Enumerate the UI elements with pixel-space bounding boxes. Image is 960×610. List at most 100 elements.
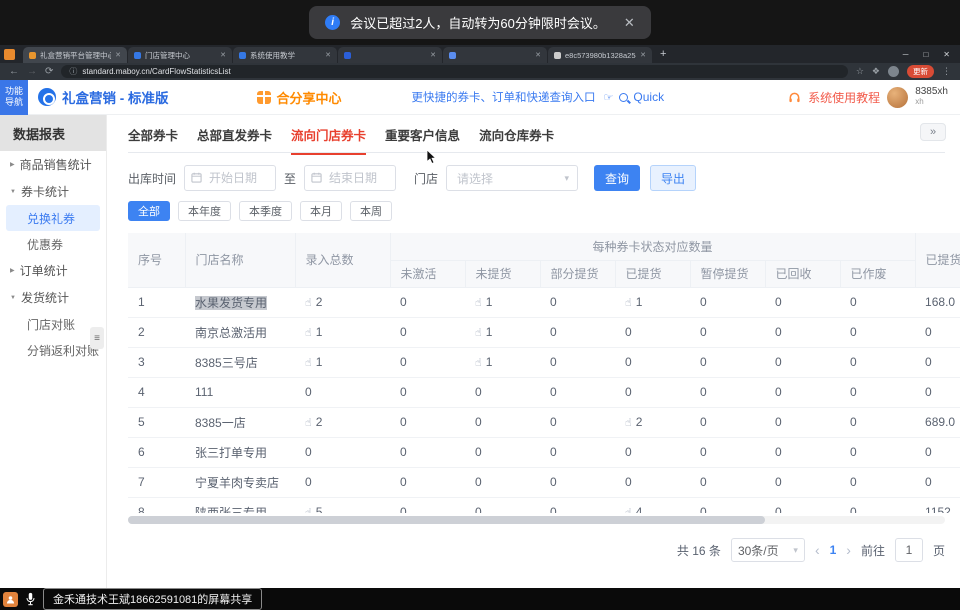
maximize-button[interactable]: □ xyxy=(923,50,928,59)
quick-range-button[interactable]: 本季度 xyxy=(239,201,292,221)
browser-tab[interactable]: e8c573980b1328a258fd2e6f✕ xyxy=(548,47,652,63)
quick-range-button[interactable]: 本年度 xyxy=(178,201,231,221)
close-icon[interactable]: ✕ xyxy=(624,15,635,31)
cell-count: 0 xyxy=(765,467,840,497)
cell-count[interactable]: ☝1 xyxy=(465,287,540,317)
quick-search-link[interactable]: Quick xyxy=(633,90,664,104)
tab-item[interactable]: 全部券卡 xyxy=(128,125,178,153)
end-date-input[interactable] xyxy=(304,165,396,191)
meeting-banner: i 会议已超过2人，自动转为60分钟限时会议。 ✕ xyxy=(0,0,960,45)
table-row[interactable]: 4111000000000 xyxy=(128,377,960,407)
browser-tab[interactable]: ✕ xyxy=(443,47,547,63)
tab-item[interactable]: 重要客户信息 xyxy=(385,125,460,153)
sidebar-item[interactable]: 兑换礼券 xyxy=(6,205,100,231)
user-avatar[interactable] xyxy=(887,87,908,108)
browser-tab[interactable]: 门店管理中心 ✕ xyxy=(128,47,232,63)
sidebar-group-item[interactable]: ▶商品销售统计 xyxy=(0,151,106,178)
cell-index: 8 xyxy=(128,497,185,513)
pointer-hand-icon: ☝ xyxy=(475,357,482,369)
table-row[interactable]: 58385一店☝2000☝2000689.0 xyxy=(128,407,960,437)
cell-store-name: 陕西张三专用 xyxy=(185,497,295,513)
browser-tab[interactable]: 礼盒营销平台管理中心 ✕ xyxy=(23,47,127,63)
cell-count: 0 xyxy=(765,287,840,317)
cell-count: 0 xyxy=(690,497,765,513)
browser-profile-avatar[interactable] xyxy=(888,66,899,77)
cell-count[interactable]: ☝2 xyxy=(295,407,390,437)
table-row[interactable]: 38385三号店☝10☝1000000 xyxy=(128,347,960,377)
table-row[interactable]: 7宁夏羊肉专卖店000000000 xyxy=(128,467,960,497)
tab-close-icon[interactable]: ✕ xyxy=(535,51,541,59)
quick-range-button[interactable]: 本周 xyxy=(350,201,392,221)
sidebar-group-item[interactable]: ▶订单统计 xyxy=(0,257,106,284)
cell-count[interactable]: ☝1 xyxy=(465,347,540,377)
prev-page-icon[interactable]: ‹ xyxy=(815,542,820,558)
table-row[interactable]: 8陕西张三专用☝5000☝40001152 xyxy=(128,497,960,513)
tab-item[interactable]: 流向门店券卡 xyxy=(291,125,366,155)
quick-range-button[interactable]: 全部 xyxy=(128,201,170,221)
cell-count[interactable]: ☝1 xyxy=(295,317,390,347)
table-row[interactable]: 1水果发货专用☝20☝10☝1000168.0 xyxy=(128,287,960,317)
cell-index: 5 xyxy=(128,407,185,437)
cell-count: 0 xyxy=(295,437,390,467)
back-icon[interactable]: ← xyxy=(9,67,19,77)
store-select-placeholder: 请选择 xyxy=(457,170,493,187)
tab-close-icon[interactable]: ✕ xyxy=(115,51,121,59)
main-content: » 全部券卡总部直发券卡流向门店券卡重要客户信息流向仓库券卡 出库时间 至 门店 xyxy=(107,115,960,588)
minimize-button[interactable]: ─ xyxy=(903,50,909,59)
tab-item[interactable]: 总部直发券卡 xyxy=(197,125,272,153)
cell-count[interactable]: ☝5 xyxy=(295,497,390,513)
pointer-hand-icon: ☝ xyxy=(475,327,482,339)
next-page-icon[interactable]: › xyxy=(846,542,851,558)
cell-count[interactable]: ☝1 xyxy=(465,317,540,347)
cell-count: 0 xyxy=(690,287,765,317)
tab-close-icon[interactable]: ✕ xyxy=(640,51,646,59)
tab-close-icon[interactable]: ✕ xyxy=(325,51,331,59)
browser-tab[interactable]: ✕ xyxy=(338,47,442,63)
start-date-input[interactable] xyxy=(184,165,276,191)
cell-count[interactable]: ☝2 xyxy=(615,407,690,437)
table-row[interactable]: 6张三打单专用000000000 xyxy=(128,437,960,467)
site-info-icon[interactable]: ⓘ xyxy=(69,66,77,77)
table-row[interactable]: 2南京总激活用☝10☝1000000 xyxy=(128,317,960,347)
search-icon[interactable] xyxy=(619,93,628,102)
forward-icon[interactable]: → xyxy=(27,67,37,77)
sidebar-group-item[interactable]: ▼券卡统计 xyxy=(0,178,106,205)
store-select[interactable]: 请选择 ▾ xyxy=(446,165,578,191)
export-button[interactable]: 导出 xyxy=(650,165,696,191)
browser-tab[interactable]: 系统使用教学✕ xyxy=(233,47,337,63)
microphone-icon[interactable] xyxy=(25,592,36,606)
quick-range-button[interactable]: 本月 xyxy=(300,201,342,221)
expand-panel-button[interactable]: » xyxy=(920,123,946,141)
cell-count: 0 xyxy=(615,347,690,377)
new-tab-button[interactable]: + xyxy=(660,48,666,60)
browser-menu-icon[interactable]: ⋮ xyxy=(942,66,951,77)
reload-icon[interactable]: ⟳ xyxy=(45,67,53,77)
cell-count[interactable]: ☝1 xyxy=(615,287,690,317)
sidebar-item[interactable]: 优惠券 xyxy=(0,231,106,257)
tab-label: 门店管理中心 xyxy=(145,50,216,61)
tab-label: 礼盒营销平台管理中心 xyxy=(40,50,111,61)
horizontal-scrollbar[interactable] xyxy=(128,516,945,524)
sidebar-item-label: 分销返利对账 xyxy=(27,342,99,359)
share-center-link[interactable]: 合分享中心 xyxy=(277,88,342,107)
cell-count[interactable]: ☝4 xyxy=(615,497,690,513)
tab-close-icon[interactable]: ✕ xyxy=(220,51,226,59)
tab-item[interactable]: 流向仓库券卡 xyxy=(479,125,554,153)
browser-update-button[interactable]: 更新 xyxy=(907,65,934,78)
bookmark-star-icon[interactable]: ☆ xyxy=(856,66,864,77)
scrollbar-thumb[interactable] xyxy=(128,516,765,524)
sidebar-group-item[interactable]: ▼发货统计 xyxy=(0,284,106,311)
tutorial-link[interactable]: 系统使用教程 xyxy=(808,89,880,106)
close-window-button[interactable]: ✕ xyxy=(943,50,950,59)
page-size-select[interactable]: 30条/页 ▾ xyxy=(731,538,805,562)
goto-page-input[interactable] xyxy=(895,538,923,562)
sidebar-collapse-handle[interactable]: ≡ xyxy=(90,327,104,349)
function-nav-button[interactable]: 功能 导航 xyxy=(0,80,28,115)
extensions-icon[interactable]: ❖ xyxy=(872,66,880,77)
search-button[interactable]: 查询 xyxy=(594,165,640,191)
page-number[interactable]: 1 xyxy=(830,543,837,557)
address-bar[interactable]: ⓘ standard.maboy.cn/CardFlowStatisticsLi… xyxy=(61,65,847,78)
tab-close-icon[interactable]: ✕ xyxy=(430,51,436,59)
cell-count[interactable]: ☝2 xyxy=(295,287,390,317)
cell-count[interactable]: ☝1 xyxy=(295,347,390,377)
